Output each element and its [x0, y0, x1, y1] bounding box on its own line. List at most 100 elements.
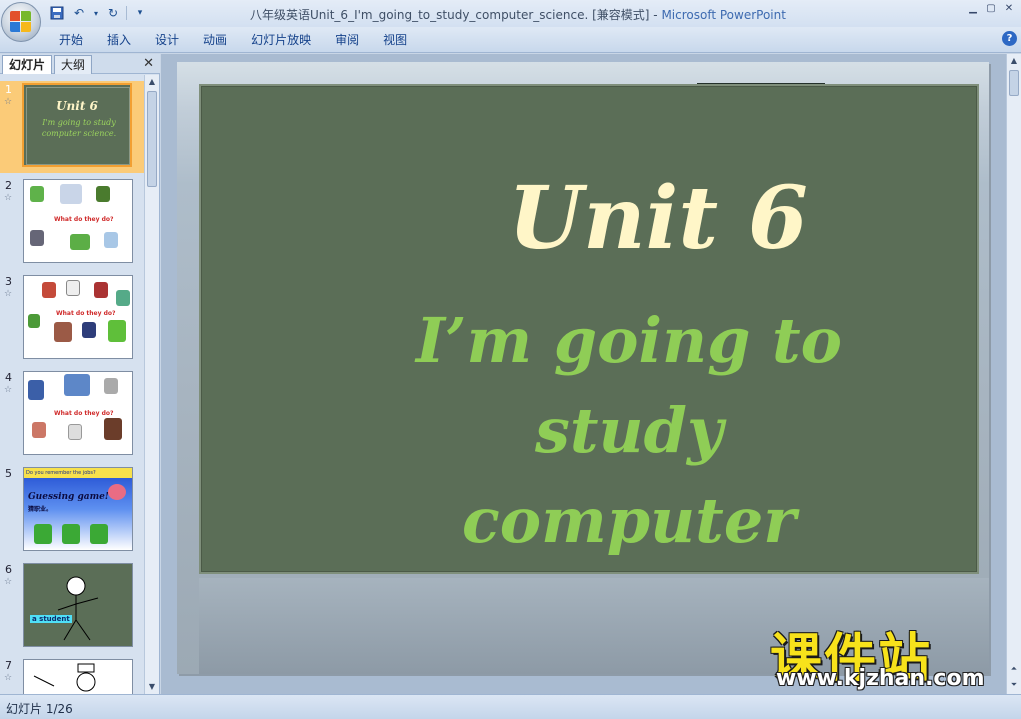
slide-thumbnail-5[interactable]: 5 Do you remember the jobs? Guessing gam… — [0, 465, 144, 557]
tab-design[interactable]: 设计 — [143, 31, 191, 49]
cartoon-figure — [66, 280, 80, 296]
tab-review[interactable]: 审阅 — [323, 31, 371, 49]
subtitle-line-1: I’m going to study — [415, 304, 843, 467]
cartoon-figure — [28, 380, 44, 400]
cartoon-figure — [104, 418, 122, 440]
pane-tabs: 幻灯片 大纲 ✕ — [0, 54, 160, 74]
scrollbar-thumb[interactable] — [147, 91, 157, 187]
office-button[interactable] — [1, 2, 41, 42]
slide-number: 1 — [5, 83, 12, 96]
slide-thumbnail-7[interactable]: 7 ☆ — [0, 657, 144, 694]
thumbnail-title: Unit 6 — [56, 99, 98, 113]
tab-home[interactable]: 开始 — [47, 31, 95, 49]
thumbnail-list: 1 ☆ Unit 6 I'm going to study computer s… — [0, 75, 144, 694]
thumbnail-image: What do they do? — [23, 275, 133, 359]
title-bar: ↶ ▾ ↻ ▾ 八年级英语Unit_6_I'm_going_to_study_c… — [0, 0, 1021, 42]
cartoon-figure — [104, 232, 118, 248]
tab-view[interactable]: 视图 — [371, 31, 419, 49]
cartoon-figure — [82, 322, 96, 338]
thumbnail-image — [23, 659, 133, 694]
document-title: 八年级英语Unit_6_I'm_going_to_study_computer_… — [250, 8, 650, 22]
cartoon-figure — [62, 524, 80, 544]
watermark-url: www.kjzhan.com — [776, 666, 985, 691]
watermark-logo: 课件站 www.kjzhan.com — [770, 616, 1005, 696]
close-pane-icon[interactable]: ✕ — [143, 56, 154, 71]
cartoon-figure — [54, 322, 72, 342]
cartoon-figure — [32, 422, 46, 438]
save-icon[interactable] — [48, 4, 66, 22]
thumbnail-caption: What do they do? — [54, 216, 114, 223]
undo-dropdown-icon[interactable]: ▾ — [92, 4, 100, 22]
cartoon-figure — [96, 186, 110, 202]
thumbnail-subtitle: I'm going to study computer science. — [41, 118, 117, 138]
slide-number: 6 — [5, 563, 12, 576]
slide-thumbnail-2[interactable]: 2 ☆ What do they do? — [0, 177, 144, 269]
slide-thumbnail-4[interactable]: 4 ☆ What do they do? — [0, 369, 144, 461]
thumbnail-image: a student — [23, 563, 133, 647]
tab-slides[interactable]: 幻灯片 — [2, 55, 53, 74]
animation-star-icon: ☆ — [4, 577, 13, 587]
close-icon[interactable]: ✕ — [1001, 2, 1017, 16]
tab-insert[interactable]: 插入 — [95, 31, 143, 49]
thumbnail-image: Do you remember the jobs? Guessing game!… — [23, 467, 133, 551]
next-slide-icon[interactable]: ⏷ — [1007, 678, 1021, 692]
quick-access-toolbar: ↶ ▾ ↻ ▾ — [48, 4, 149, 22]
undo-icon[interactable]: ↶ — [70, 4, 88, 22]
cartoon-figure — [90, 524, 108, 544]
current-slide[interactable]: Unit 6 I’m going to study computer scien… — [177, 62, 989, 674]
cartoon-figure — [116, 290, 130, 306]
slide-scrollbar[interactable]: ▲ ⏶ ⏷ — [1006, 54, 1021, 694]
cartoon-figure — [108, 320, 126, 342]
qat-separator — [126, 6, 127, 20]
thumbnail-scrollbar[interactable]: ▲ ▼ — [144, 75, 159, 694]
redo-icon[interactable]: ↻ — [104, 4, 122, 22]
scroll-down-icon[interactable]: ▼ — [145, 680, 159, 694]
slide-thumbnail-3[interactable]: 3 ☆ What do they do? — [0, 273, 144, 365]
scroll-up-icon[interactable]: ▲ — [145, 75, 159, 89]
minimize-icon[interactable]: ▁ — [965, 2, 981, 16]
tab-slideshow[interactable]: 幻灯片放映 — [239, 31, 323, 49]
slide-title[interactable]: Unit 6 — [201, 168, 977, 269]
animation-star-icon: ☆ — [4, 97, 13, 107]
chef-figure-icon — [33, 663, 96, 692]
tab-outline[interactable]: 大纲 — [54, 55, 93, 74]
animation-star-icon: ☆ — [4, 193, 13, 203]
cartoon-figure — [64, 374, 90, 396]
ribbon: 开始 插入 设计 动画 幻灯片放映 审阅 视图 ? — [0, 27, 1021, 53]
slide-number: 5 — [5, 467, 12, 480]
window-title: 八年级英语Unit_6_I'm_going_to_study_computer_… — [250, 6, 786, 23]
app-name: Microsoft PowerPoint — [661, 8, 786, 22]
previous-slide-icon[interactable]: ⏶ — [1007, 662, 1021, 676]
animation-star-icon: ☆ — [4, 289, 13, 299]
thumbnail-subtitle: 猜职业。 — [28, 506, 53, 513]
thumbnail-image: Unit 6 I'm going to study computer scien… — [22, 83, 132, 167]
cartoon-figure — [30, 230, 44, 246]
thumbnail-caption: What do they do? — [54, 410, 114, 417]
customize-qat-icon[interactable]: ▾ — [131, 4, 149, 22]
animation-star-icon: ☆ — [4, 385, 13, 395]
chalkboard: Unit 6 I’m going to study computer scien… — [199, 84, 979, 647]
window-controls: ▁ ▢ ✕ — [965, 2, 1017, 16]
cartoon-figure — [70, 234, 90, 250]
slide-number: 2 — [5, 179, 12, 192]
ribbon-tabs: 开始 插入 设计 动画 幻灯片放映 审阅 视图 — [47, 31, 419, 49]
tab-animations[interactable]: 动画 — [191, 31, 239, 49]
cartoon-figure — [60, 184, 82, 204]
office-logo-icon — [10, 11, 32, 33]
scrollbar-thumb[interactable] — [1009, 70, 1019, 96]
thumbnail-header: Do you remember the jobs? — [24, 468, 132, 478]
thumbnail-title: Guessing game! — [28, 492, 109, 502]
slide-thumbnail-1[interactable]: 1 ☆ Unit 6 I'm going to study computer s… — [0, 81, 144, 173]
status-bar: 幻灯片 1/26 — [0, 694, 1021, 719]
scroll-up-icon[interactable]: ▲ — [1007, 54, 1021, 68]
help-icon[interactable]: ? — [1002, 31, 1017, 46]
slides-pane: 幻灯片 大纲 ✕ 1 ☆ Unit 6 I'm going to study c… — [0, 54, 160, 694]
slide-thumbnail-6[interactable]: 6 ☆ a student — [0, 561, 144, 653]
animation-star-icon: ☆ — [4, 673, 13, 683]
slide-editor: Unit 6 I’m going to study computer scien… — [161, 54, 1006, 694]
thumbnail-image: What do they do? — [23, 179, 133, 263]
cartoon-figure — [30, 186, 44, 202]
thumbnail-image: What do they do? — [23, 371, 133, 455]
slide-counter: 幻灯片 1/26 — [6, 702, 73, 716]
restore-icon[interactable]: ▢ — [983, 2, 999, 16]
